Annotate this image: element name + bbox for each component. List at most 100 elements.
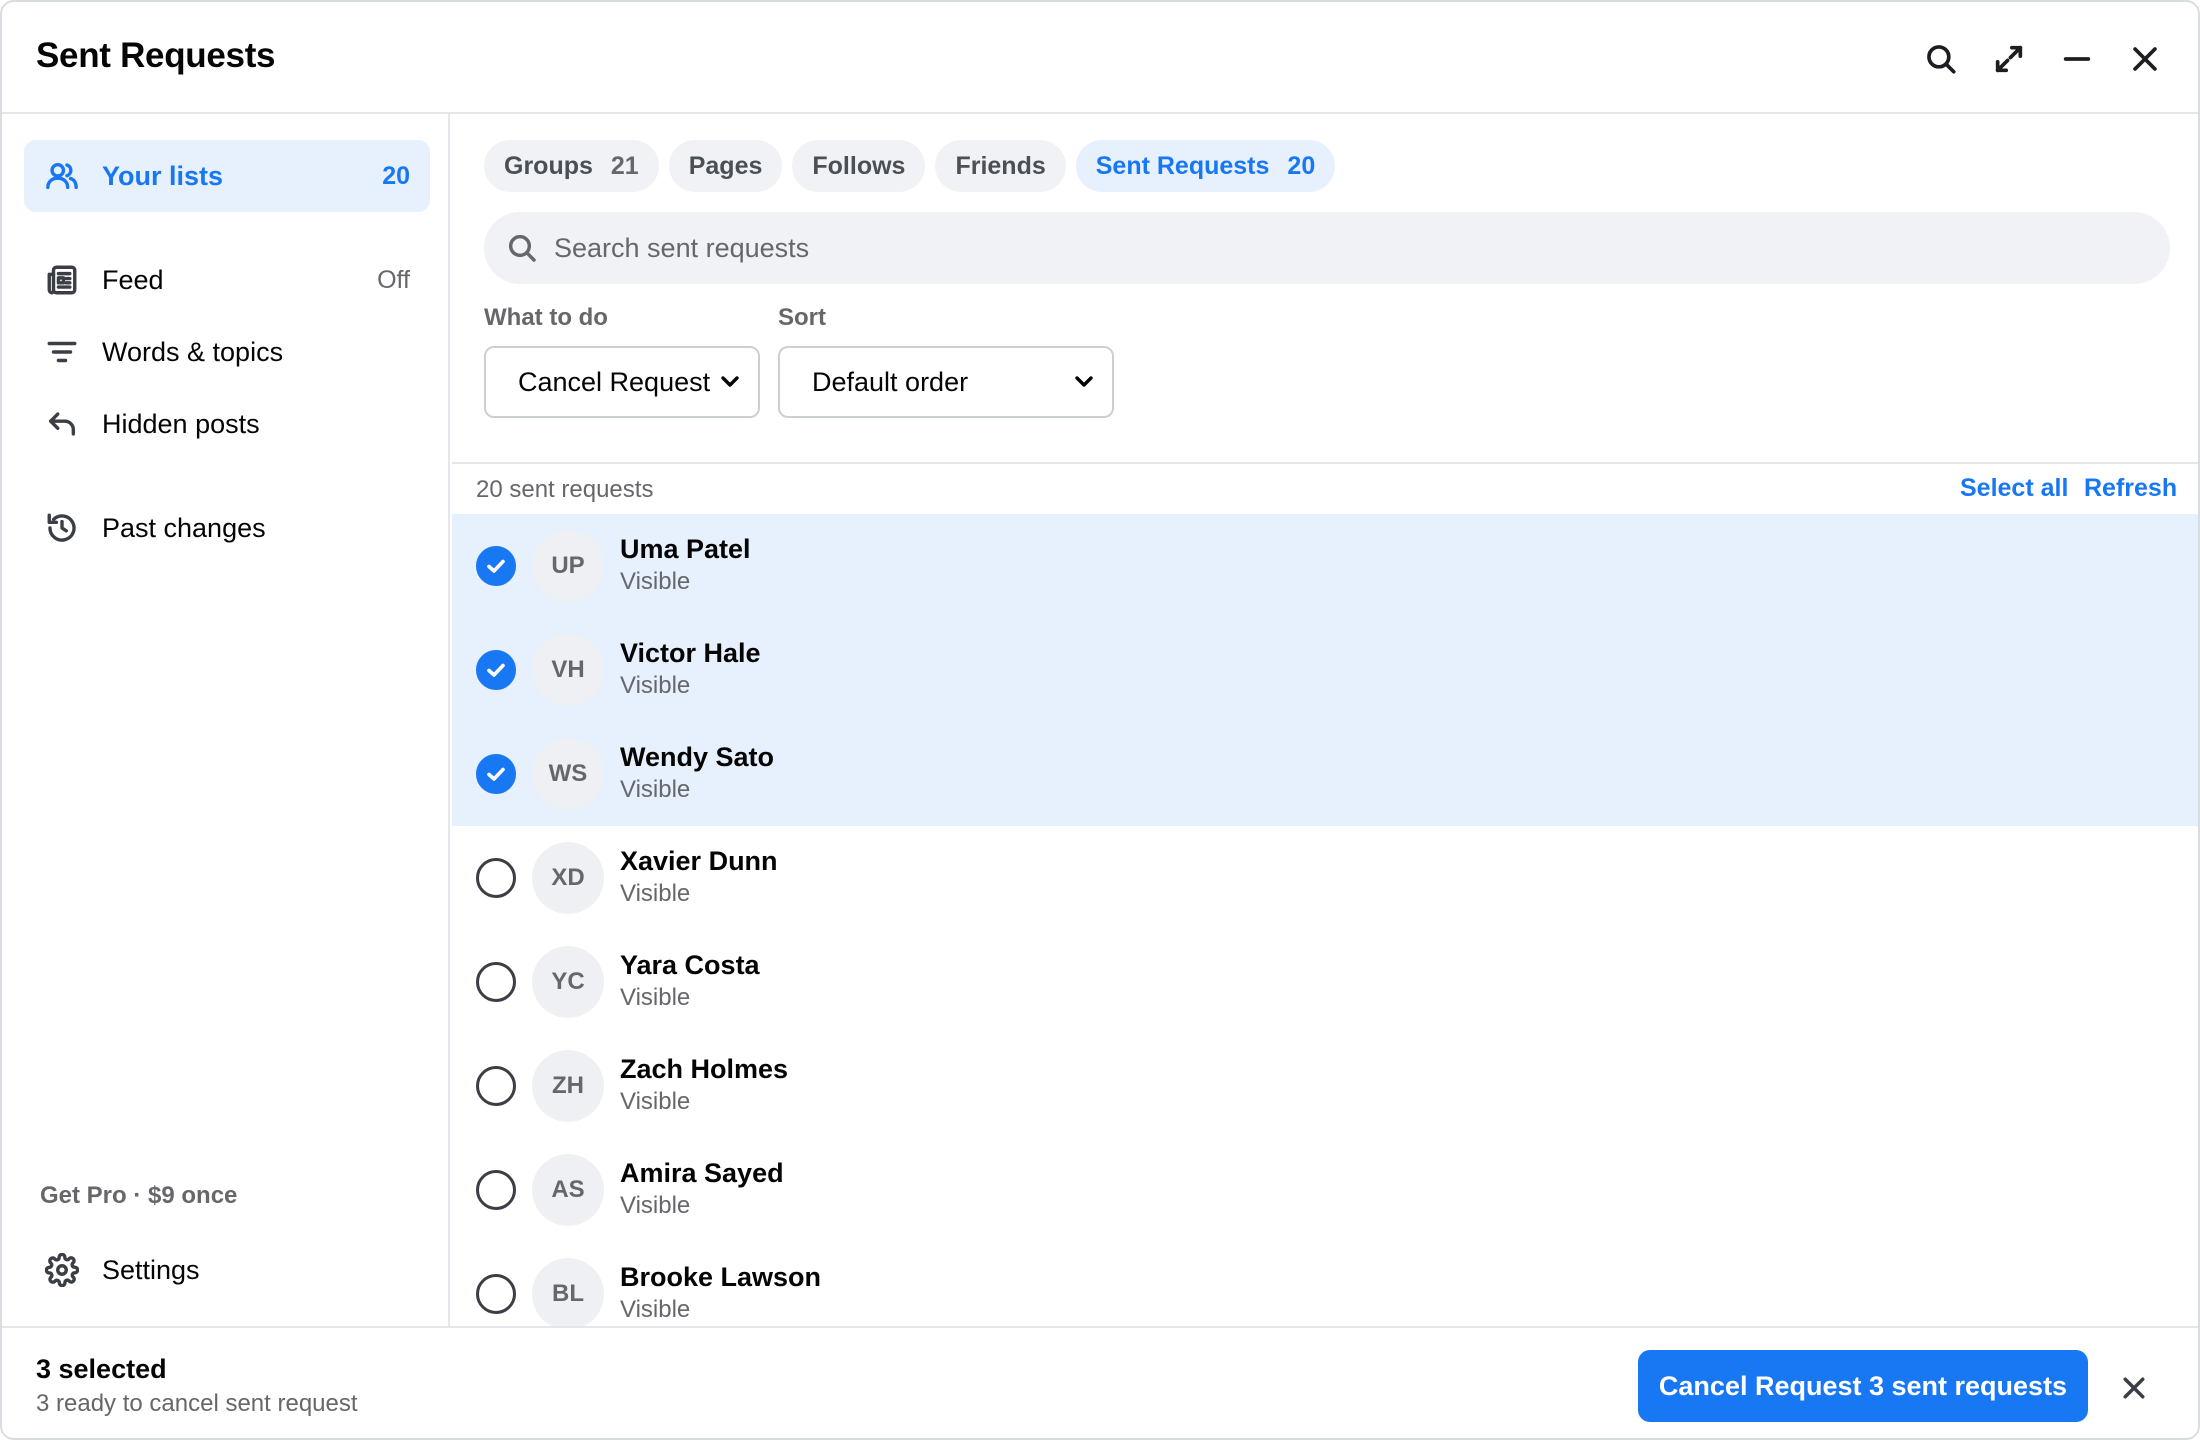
sidebar-item-your-lists[interactable]: Your lists 20 [24, 140, 430, 212]
avatar: VH [532, 634, 604, 706]
list-header: 20 sent requests Select all Refresh [452, 462, 2198, 512]
tab-groups[interactable]: Groups 21 [484, 140, 659, 192]
history-icon [44, 510, 80, 546]
get-pro-link[interactable]: Get Pro · $9 once [40, 1182, 237, 1210]
action-select[interactable]: Cancel Request [484, 346, 760, 418]
table-row[interactable]: BL Brooke Lawson Visible [452, 1242, 2198, 1326]
minimize-icon[interactable] [2056, 38, 2098, 80]
sidebar-item-past-changes[interactable]: Past changes [24, 492, 430, 564]
sidebar-item-hidden-posts[interactable]: Hidden posts [24, 388, 430, 460]
tab-label: Groups [504, 151, 593, 180]
tab-pages[interactable]: Pages [668, 140, 783, 192]
row-status: Visible [620, 1296, 691, 1323]
tab-label: Follows [812, 151, 906, 180]
selection-summary: 3 ready to cancel sent request [36, 1390, 358, 1417]
row-name: Wendy Sato [620, 742, 775, 772]
row-checkbox[interactable] [476, 1170, 516, 1210]
row-status: Visible [620, 880, 691, 907]
action-select-value: Cancel Request [518, 366, 711, 397]
gear-icon [44, 1252, 80, 1288]
row-checkbox[interactable] [476, 962, 516, 1002]
row-name: Uma Patel [620, 534, 751, 564]
people-icon [44, 158, 80, 194]
undo-arrow-icon [44, 406, 80, 442]
filter-lines-icon [44, 334, 80, 370]
window-title: Sent Requests [36, 36, 276, 75]
search-input[interactable] [554, 232, 2114, 264]
request-list: UP Uma Patel Visible VH Victor Hale Visi… [452, 514, 2198, 1326]
selection-footer: 3 selected 3 ready to cancel sent reques… [2, 1326, 2198, 1438]
row-checkbox[interactable] [476, 1066, 516, 1106]
tab-sent-requests[interactable]: Sent Requests 20 [1075, 140, 1336, 192]
avatar: UP [532, 530, 604, 602]
sidebar-item-status: Off [377, 265, 410, 294]
action-select-label: What to do [484, 304, 608, 331]
row-status: Visible [620, 984, 691, 1011]
title-bar: Sent Requests [2, 2, 2198, 114]
avatar: ZH [532, 1050, 604, 1122]
close-icon[interactable] [2124, 38, 2166, 80]
search-bar [484, 212, 2170, 284]
sidebar-item-label: Feed [102, 264, 164, 295]
table-row[interactable]: AS Amira Sayed Visible [452, 1138, 2198, 1242]
newspaper-icon [44, 262, 80, 298]
table-row[interactable]: UP Uma Patel Visible [452, 514, 2198, 618]
row-status: Visible [620, 672, 691, 699]
row-name: Zach Holmes [620, 1054, 789, 1084]
chevron-down-icon [721, 376, 739, 387]
sort-select[interactable]: Default order [778, 346, 1114, 418]
search-icon[interactable] [1920, 38, 1962, 80]
checkmark-icon [487, 663, 505, 677]
row-status: Visible [620, 568, 691, 595]
table-row[interactable]: XD Xavier Dunn Visible [452, 826, 2198, 930]
row-status: Visible [620, 776, 691, 803]
row-status: Visible [620, 1192, 691, 1219]
sidebar-item-settings[interactable]: Settings [24, 1234, 430, 1306]
select-all-link[interactable]: Select all [1960, 474, 2068, 503]
main-panel: Groups 21 Pages Follows Friends Sent Req… [452, 114, 2198, 1326]
sort-select-value: Default order [812, 366, 969, 397]
table-row[interactable]: YC Yara Costa Visible [452, 930, 2198, 1034]
refresh-link[interactable]: Refresh [2084, 474, 2177, 503]
tab-friends[interactable]: Friends [935, 140, 1066, 192]
sidebar-item-words-topics[interactable]: Words & topics [24, 316, 430, 388]
clear-selection-icon[interactable] [2114, 1368, 2154, 1408]
avatar: WS [532, 738, 604, 810]
tab-bar: Groups 21 Pages Follows Friends Sent Req… [484, 140, 1336, 192]
chevron-down-icon [1075, 376, 1093, 387]
row-name: Amira Sayed [620, 1158, 784, 1188]
avatar: BL [532, 1258, 604, 1326]
table-row[interactable]: ZH Zach Holmes Visible [452, 1034, 2198, 1138]
row-checkbox[interactable] [476, 546, 516, 586]
sort-select-label: Sort [778, 304, 826, 331]
row-checkbox[interactable] [476, 754, 516, 794]
avatar: AS [532, 1154, 604, 1226]
checkmark-icon [487, 559, 505, 573]
sidebar-item-label: Your lists [102, 160, 224, 191]
sidebar-item-label: Words & topics [102, 336, 284, 367]
row-name: Victor Hale [620, 638, 761, 668]
table-row[interactable]: VH Victor Hale Visible [452, 618, 2198, 722]
sidebar-item-feed[interactable]: Feed Off [24, 244, 430, 316]
checkmark-icon [487, 767, 505, 781]
row-status: Visible [620, 1088, 691, 1115]
row-name: Yara Costa [620, 950, 760, 980]
row-checkbox[interactable] [476, 650, 516, 690]
expand-icon[interactable] [1988, 38, 2030, 80]
sidebar-item-label: Hidden posts [102, 408, 260, 439]
table-row[interactable]: WS Wendy Sato Visible [452, 722, 2198, 826]
tab-label: Pages [688, 151, 763, 180]
tab-label: Sent Requests [1095, 151, 1270, 180]
sidebar-item-label: Past changes [102, 512, 266, 543]
sidebar-item-label: Settings [102, 1254, 200, 1285]
row-name: Brooke Lawson [620, 1262, 822, 1292]
row-checkbox[interactable] [476, 858, 516, 898]
sidebar-item-count: 20 [382, 161, 410, 190]
tab-label: Friends [955, 151, 1046, 180]
cancel-requests-button[interactable]: Cancel Request 3 sent requests [1638, 1350, 2088, 1422]
selected-count: 3 selected [36, 1354, 167, 1384]
sidebar: Your lists 20 Feed Off Words & topics Hi… [2, 114, 450, 1326]
app-window: Sent Requests Your lists 20 Feed Off Wor… [0, 0, 2200, 1440]
row-checkbox[interactable] [476, 1274, 516, 1314]
tab-follows[interactable]: Follows [792, 140, 926, 192]
